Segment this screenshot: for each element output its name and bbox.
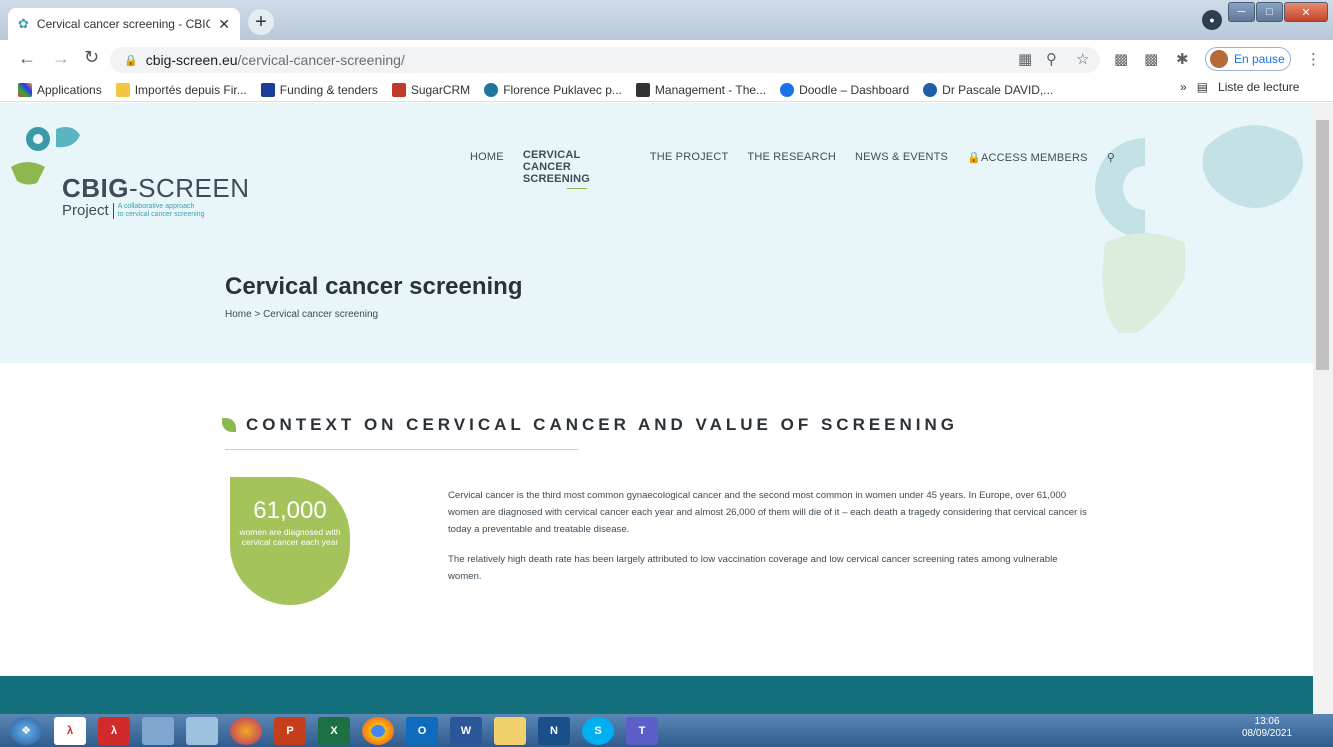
- start-button[interactable]: ❖: [10, 716, 42, 745]
- more-bookmarks-icon[interactable]: »: [1180, 80, 1187, 94]
- stat-number: 61,000: [253, 497, 327, 524]
- maximize-button[interactable]: □: [1256, 2, 1283, 22]
- eu-flag-icon: [260, 82, 275, 97]
- footer-band: [0, 676, 1313, 717]
- decorative-hands-icon: [1095, 125, 1303, 333]
- clock-time: 13:06: [1254, 716, 1280, 727]
- bookmark-applications[interactable]: Applications: [18, 82, 102, 97]
- bookmarks-bar: Applications Importés depuis Fir... Fund…: [0, 78, 1333, 102]
- nx-icon[interactable]: N: [538, 716, 570, 745]
- section-divider: [225, 449, 578, 450]
- back-icon[interactable]: ←: [18, 48, 36, 69]
- minimize-button[interactable]: ─: [1228, 2, 1255, 22]
- word-icon[interactable]: W: [450, 716, 482, 745]
- teams-icon[interactable]: T: [626, 716, 658, 745]
- stat-badge: 61,000 women are diagnosed with cervical…: [230, 477, 350, 605]
- site-favicon-icon: ✿: [18, 16, 29, 31]
- explorer-folder-icon[interactable]: [494, 716, 526, 745]
- logo-project: Project: [62, 202, 109, 219]
- powerpoint-icon[interactable]: P: [274, 716, 306, 745]
- excel-icon[interactable]: X: [318, 716, 350, 745]
- bookmark-florence[interactable]: Florence Puklavec p...: [484, 82, 622, 97]
- reading-list-icon: ▤: [1196, 80, 1209, 94]
- hero-banner: CBIG-SCREEN Project A collaborative appr…: [0, 103, 1313, 363]
- chrome-menu-icon[interactable]: ⋮: [1306, 50, 1321, 68]
- main-navigation: HOME CERVICAL CANCER SCREENING THE PROJE…: [470, 149, 1115, 189]
- system-clock[interactable]: 13:06 08/09/2021: [1242, 716, 1292, 740]
- paint-icon[interactable]: [186, 716, 218, 745]
- lock-icon: 🔒: [967, 152, 981, 164]
- nav-news-events[interactable]: NEWS & EVENTS: [855, 151, 948, 189]
- chrome-icon[interactable]: [362, 716, 394, 745]
- firefox-icon[interactable]: [230, 716, 262, 745]
- leaf-bullet-icon: [222, 418, 236, 432]
- translate-icon[interactable]: ▦: [1018, 50, 1032, 68]
- scrollbar-thumb[interactable]: [1316, 120, 1329, 370]
- doodle-icon: [780, 82, 795, 97]
- folder-icon: [115, 82, 130, 97]
- profile-status: En pause: [1234, 52, 1285, 66]
- profile-button[interactable]: En pause: [1205, 47, 1291, 71]
- apps-grid-icon: [18, 82, 32, 97]
- bookmark-star-icon[interactable]: ☆: [1076, 50, 1089, 68]
- forward-icon[interactable]: →: [52, 48, 70, 69]
- nav-cervical-cancer-screening[interactable]: CERVICAL CANCER SCREENING: [523, 149, 631, 189]
- nav-access-members[interactable]: 🔒ACCESS MEMBERS: [967, 151, 1088, 189]
- search-icon[interactable]: ⚲: [1107, 151, 1115, 189]
- windows-taskbar: ❖ λ λ P X O W N S T: [0, 714, 1333, 747]
- site-logo[interactable]: CBIG-SCREEN Project A collaborative appr…: [10, 173, 250, 219]
- context-paragraph-2: The relatively high death rate has been …: [448, 554, 1058, 582]
- sugarcrm-icon: [391, 82, 406, 97]
- lock-icon: 🔒: [124, 54, 138, 67]
- nav-the-project[interactable]: THE PROJECT: [650, 151, 729, 189]
- stat-caption: women are diagnosed with cervical cancer…: [239, 527, 341, 547]
- extension-icon[interactable]: ▩: [1114, 50, 1128, 68]
- close-window-button[interactable]: ✕: [1284, 2, 1328, 22]
- reading-list-button[interactable]: » ▤ Liste de lecture: [1180, 80, 1299, 94]
- bookmark-sugarcrm[interactable]: SugarCRM: [391, 82, 470, 97]
- bookmark-pascale[interactable]: Dr Pascale DAVID,...: [923, 82, 1053, 97]
- clock-date: 08/09/2021: [1242, 728, 1293, 739]
- extensions-puzzle-icon[interactable]: ✱: [1176, 50, 1189, 68]
- site-icon: [923, 82, 938, 97]
- skype-icon[interactable]: S: [582, 716, 614, 745]
- logo-tagline: A collaborative approach to cervical canc…: [112, 202, 204, 219]
- chrome-profile-icon[interactable]: ●: [1202, 10, 1222, 30]
- bookmark-imported[interactable]: Importés depuis Fir...: [115, 82, 247, 97]
- page-title: Cervical cancer screening: [225, 273, 523, 300]
- new-tab-button[interactable]: +: [248, 9, 274, 35]
- r-logo-icon: [635, 82, 650, 97]
- nav-the-research[interactable]: THE RESEARCH: [747, 151, 836, 189]
- tab-title: Cervical cancer screening - CBIG-: [36, 17, 211, 31]
- context-paragraph-1: Cervical cancer is the third most common…: [448, 490, 1087, 535]
- outlook-icon[interactable]: O: [406, 716, 438, 745]
- acrobat-reader-icon[interactable]: λ: [54, 716, 86, 745]
- breadcrumb[interactable]: Home > Cervical cancer screening: [225, 309, 378, 320]
- reload-icon[interactable]: ↻: [84, 47, 99, 68]
- extension-icon[interactable]: ▩: [1144, 50, 1158, 68]
- url-path: /cervical-cancer-screening/: [237, 52, 405, 68]
- address-bar[interactable]: 🔒 cbig-screen.eu/cervical-cancer-screeni…: [110, 47, 1100, 73]
- section-heading-text: CONTEXT ON CERVICAL CANCER AND VALUE OF …: [246, 415, 959, 434]
- logo-brand-suffix: -SCREEN: [129, 173, 250, 203]
- url-domain: cbig-screen.eu: [145, 52, 238, 68]
- app-icon[interactable]: [142, 716, 174, 745]
- bookmark-doodle[interactable]: Doodle – Dashboard: [780, 82, 909, 97]
- web-page: CBIG-SCREEN Project A collaborative appr…: [0, 103, 1313, 717]
- tab-close-icon[interactable]: ✕: [218, 16, 230, 33]
- system-tray[interactable]: [670, 721, 1333, 741]
- logo-brand: CBIG: [62, 173, 129, 203]
- avatar: [1210, 50, 1228, 68]
- section-heading: CONTEXT ON CERVICAL CANCER AND VALUE OF …: [222, 415, 958, 435]
- bookmark-funding[interactable]: Funding & tenders: [260, 82, 378, 97]
- acrobat-icon[interactable]: λ: [98, 716, 130, 745]
- bookmark-management[interactable]: Management - The...: [635, 82, 766, 97]
- browser-tab[interactable]: ✿ Cervical cancer screening - CBIG- ✕: [8, 8, 240, 40]
- nav-home[interactable]: HOME: [470, 151, 504, 189]
- zoom-icon[interactable]: ⚲: [1046, 50, 1057, 68]
- wordpress-icon: [484, 82, 499, 97]
